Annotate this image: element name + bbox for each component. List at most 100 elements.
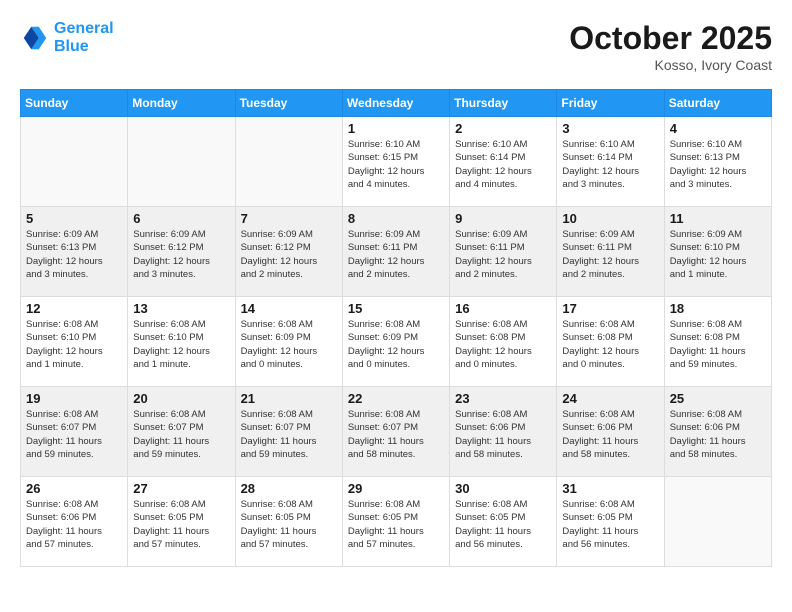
location: Kosso, Ivory Coast: [569, 57, 772, 73]
day-info: Sunrise: 6:09 AM Sunset: 6:10 PM Dayligh…: [670, 228, 766, 281]
day-cell: 21Sunrise: 6:08 AM Sunset: 6:07 PM Dayli…: [235, 387, 342, 477]
day-info: Sunrise: 6:09 AM Sunset: 6:12 PM Dayligh…: [133, 228, 229, 281]
day-cell: 22Sunrise: 6:08 AM Sunset: 6:07 PM Dayli…: [342, 387, 449, 477]
day-number: 5: [26, 211, 122, 226]
week-row-5: 26 Sunrise: 6:08 AM Sunset: 6:06 PM Dayli…: [21, 477, 772, 567]
day-cell: 26 Sunrise: 6:08 AM Sunset: 6:06 PM Dayli…: [21, 477, 128, 567]
day-cell: 28Sunrise: 6:08 AM Sunset: 6:05 PM Dayli…: [235, 477, 342, 567]
day-cell: [21, 117, 128, 207]
day-cell: 8Sunrise: 6:09 AM Sunset: 6:11 PM Daylig…: [342, 207, 449, 297]
weekday-header-friday: Friday: [557, 90, 664, 117]
day-info: Sunrise: 6:08 AM Sunset: 6:08 PM Dayligh…: [562, 318, 658, 371]
day-info: Sunrise: 6:08 AM Sunset: 6:06 PM Dayligh…: [26, 498, 122, 551]
day-cell: 17 Sunrise: 6:08 AM Sunset: 6:08 PM Dayli…: [557, 297, 664, 387]
day-cell: 12 Sunrise: 6:08 AM Sunset: 6:10 PM Dayli…: [21, 297, 128, 387]
day-info: Sunrise: 6:08 AM Sunset: 6:05 PM Dayligh…: [348, 498, 444, 551]
day-info: Sunrise: 6:08 AM Sunset: 6:05 PM Dayligh…: [133, 498, 229, 551]
weekday-header-tuesday: Tuesday: [235, 90, 342, 117]
day-number: 4: [670, 121, 766, 136]
day-cell: 6 Sunrise: 6:09 AM Sunset: 6:12 PM Daylig…: [128, 207, 235, 297]
day-number: 28: [241, 481, 337, 496]
day-cell: [235, 117, 342, 207]
day-number: 29: [348, 481, 444, 496]
month-title: October 2025: [569, 20, 772, 57]
calendar-container: General Blue October 2025 Kosso, Ivory C…: [0, 0, 792, 612]
day-number: 27: [133, 481, 229, 496]
logo-text: General Blue: [54, 20, 114, 55]
day-number: 12: [26, 301, 122, 316]
day-cell: 20 Sunrise: 6:08 AM Sunset: 6:07 PM Dayli…: [128, 387, 235, 477]
day-number: 17: [562, 301, 658, 316]
day-cell: 1Sunrise: 6:10 AM Sunset: 6:15 PM Daylig…: [342, 117, 449, 207]
day-cell: 9Sunrise: 6:09 AM Sunset: 6:11 PM Daylig…: [450, 207, 557, 297]
day-number: 18: [670, 301, 766, 316]
day-info: Sunrise: 6:09 AM Sunset: 6:13 PM Dayligh…: [26, 228, 122, 281]
day-cell: 13Sunrise: 6:08 AM Sunset: 6:10 PM Dayli…: [128, 297, 235, 387]
day-number: 19: [26, 391, 122, 406]
day-cell: 29 Sunrise: 6:08 AM Sunset: 6:05 PM Dayli…: [342, 477, 449, 567]
day-cell: 7Sunrise: 6:09 AM Sunset: 6:12 PM Daylig…: [235, 207, 342, 297]
weekday-header-saturday: Saturday: [664, 90, 771, 117]
day-number: 25: [670, 391, 766, 406]
day-info: Sunrise: 6:08 AM Sunset: 6:09 PM Dayligh…: [241, 318, 337, 371]
week-row-4: 19 Sunrise: 6:08 AM Sunset: 6:07 PM Dayli…: [21, 387, 772, 477]
day-number: 30: [455, 481, 551, 496]
day-number: 15: [348, 301, 444, 316]
day-number: 10: [562, 211, 658, 226]
day-number: 6: [133, 211, 229, 226]
day-cell: 27 Sunrise: 6:08 AM Sunset: 6:05 PM Dayli…: [128, 477, 235, 567]
day-number: 20: [133, 391, 229, 406]
logo: General Blue: [20, 20, 114, 55]
day-cell: 14 Sunrise: 6:08 AM Sunset: 6:09 PM Dayli…: [235, 297, 342, 387]
day-cell: 16 Sunrise: 6:08 AM Sunset: 6:08 PM Dayli…: [450, 297, 557, 387]
day-number: 3: [562, 121, 658, 136]
header: General Blue October 2025 Kosso, Ivory C…: [20, 20, 772, 73]
day-info: Sunrise: 6:08 AM Sunset: 6:06 PM Dayligh…: [670, 408, 766, 461]
weekday-header-thursday: Thursday: [450, 90, 557, 117]
day-info: Sunrise: 6:10 AM Sunset: 6:15 PM Dayligh…: [348, 138, 444, 191]
day-info: Sunrise: 6:09 AM Sunset: 6:11 PM Dayligh…: [562, 228, 658, 281]
day-cell: 24Sunrise: 6:08 AM Sunset: 6:06 PM Dayli…: [557, 387, 664, 477]
day-info: Sunrise: 6:08 AM Sunset: 6:07 PM Dayligh…: [348, 408, 444, 461]
week-row-2: 5 Sunrise: 6:09 AM Sunset: 6:13 PM Daylig…: [21, 207, 772, 297]
day-cell: 4 Sunrise: 6:10 AM Sunset: 6:13 PM Daylig…: [664, 117, 771, 207]
week-row-1: 1Sunrise: 6:10 AM Sunset: 6:15 PM Daylig…: [21, 117, 772, 207]
day-info: Sunrise: 6:08 AM Sunset: 6:08 PM Dayligh…: [670, 318, 766, 371]
day-cell: 30Sunrise: 6:08 AM Sunset: 6:05 PM Dayli…: [450, 477, 557, 567]
day-number: 14: [241, 301, 337, 316]
day-cell: 19Sunrise: 6:08 AM Sunset: 6:07 PM Dayli…: [21, 387, 128, 477]
day-info: Sunrise: 6:08 AM Sunset: 6:06 PM Dayligh…: [562, 408, 658, 461]
day-cell: 23 Sunrise: 6:08 AM Sunset: 6:06 PM Dayli…: [450, 387, 557, 477]
day-number: 26: [26, 481, 122, 496]
day-cell: 15 Sunrise: 6:08 AM Sunset: 6:09 PM Dayli…: [342, 297, 449, 387]
day-number: 23: [455, 391, 551, 406]
day-info: Sunrise: 6:08 AM Sunset: 6:09 PM Dayligh…: [348, 318, 444, 371]
title-block: October 2025 Kosso, Ivory Coast: [569, 20, 772, 73]
day-info: Sunrise: 6:08 AM Sunset: 6:06 PM Dayligh…: [455, 408, 551, 461]
day-info: Sunrise: 6:08 AM Sunset: 6:10 PM Dayligh…: [26, 318, 122, 371]
day-cell: 5 Sunrise: 6:09 AM Sunset: 6:13 PM Daylig…: [21, 207, 128, 297]
day-cell: 3Sunrise: 6:10 AM Sunset: 6:14 PM Daylig…: [557, 117, 664, 207]
weekday-header-sunday: Sunday: [21, 90, 128, 117]
calendar-grid: SundayMondayTuesdayWednesdayThursdayFrid…: [20, 89, 772, 567]
day-number: 13: [133, 301, 229, 316]
day-info: Sunrise: 6:08 AM Sunset: 6:05 PM Dayligh…: [562, 498, 658, 551]
day-info: Sunrise: 6:08 AM Sunset: 6:07 PM Dayligh…: [241, 408, 337, 461]
day-info: Sunrise: 6:10 AM Sunset: 6:13 PM Dayligh…: [670, 138, 766, 191]
day-cell: 2Sunrise: 6:10 AM Sunset: 6:14 PM Daylig…: [450, 117, 557, 207]
day-number: 8: [348, 211, 444, 226]
week-row-3: 12 Sunrise: 6:08 AM Sunset: 6:10 PM Dayli…: [21, 297, 772, 387]
day-cell: 11 Sunrise: 6:09 AM Sunset: 6:10 PM Dayli…: [664, 207, 771, 297]
day-cell: 25 Sunrise: 6:08 AM Sunset: 6:06 PM Dayli…: [664, 387, 771, 477]
day-info: Sunrise: 6:08 AM Sunset: 6:08 PM Dayligh…: [455, 318, 551, 371]
day-number: 11: [670, 211, 766, 226]
day-number: 7: [241, 211, 337, 226]
weekday-header-wednesday: Wednesday: [342, 90, 449, 117]
logo-icon: [20, 23, 50, 53]
day-number: 16: [455, 301, 551, 316]
day-number: 31: [562, 481, 658, 496]
day-info: Sunrise: 6:08 AM Sunset: 6:07 PM Dayligh…: [133, 408, 229, 461]
day-number: 9: [455, 211, 551, 226]
weekday-header-row: SundayMondayTuesdayWednesdayThursdayFrid…: [21, 90, 772, 117]
weekday-header-monday: Monday: [128, 90, 235, 117]
